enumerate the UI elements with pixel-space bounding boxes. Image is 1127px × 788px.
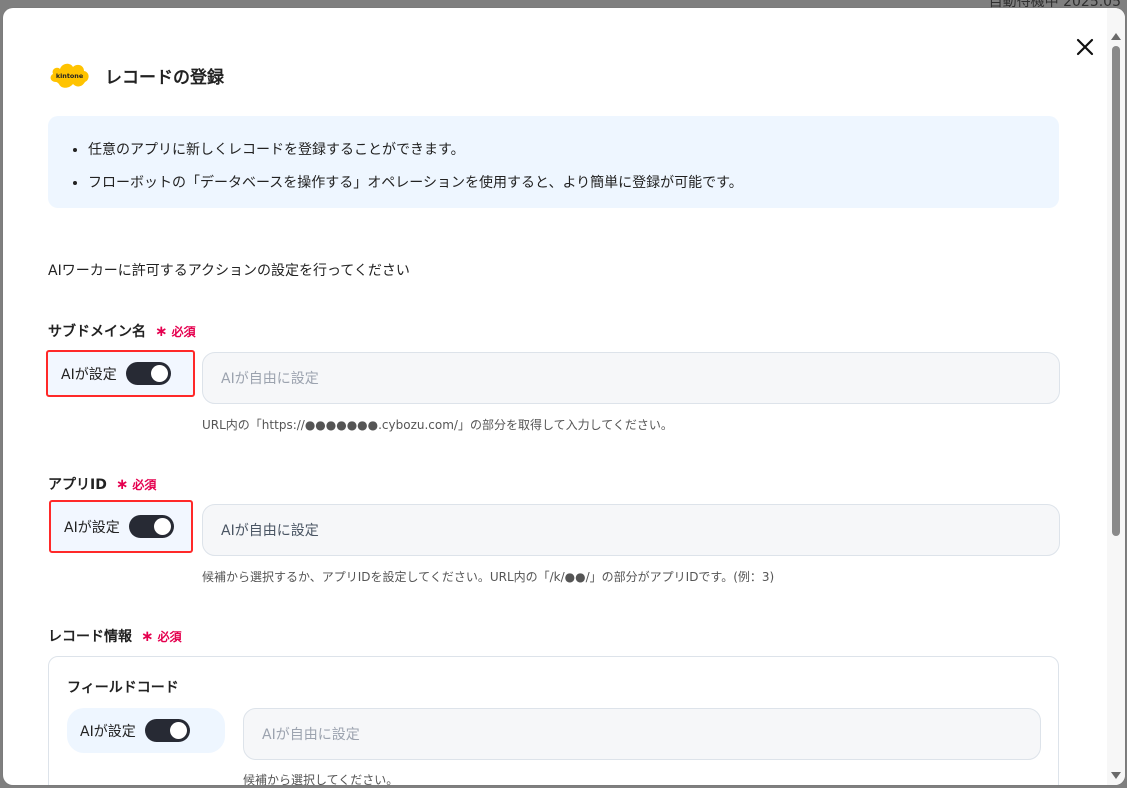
field-code-ai-toggle-control[interactable]: AIが設定 (67, 708, 225, 753)
ai-setting-label: AIが設定 (61, 366, 117, 383)
required-badge: ∗ 必須 (141, 628, 182, 645)
required-asterisk-icon: ∗ (115, 474, 129, 493)
subdomain-ai-toggle[interactable] (125, 362, 171, 385)
app-id-ai-toggle[interactable] (128, 515, 174, 538)
field-code-ai-toggle[interactable] (144, 719, 190, 742)
subdomain-helper-text: URL内の「https://●●●●●●●.cybozu.com/」の部分を取得… (202, 418, 673, 432)
required-badge: ∗ 必須 (116, 476, 157, 493)
required-asterisk-icon: ∗ (141, 626, 154, 645)
required-badge: ∗ 必須 (155, 323, 196, 340)
app-id-ai-toggle-control[interactable]: AIが設定 (49, 500, 193, 553)
record-registration-modal: kintone レコードの登録 任意のアプリに新しくレコードを登録することができ… (3, 8, 1125, 785)
app-id-label-row: アプリID ∗ 必須 (48, 474, 156, 494)
scroll-thumb[interactable] (1112, 46, 1120, 536)
information-box: 任意のアプリに新しくレコードを登録することができます。 フローボットの「データベ… (48, 116, 1059, 208)
app-id-input[interactable]: AIが自由に設定 (202, 504, 1060, 556)
scroll-down-arrow-icon[interactable] (1111, 772, 1121, 779)
subdomain-label-row: サブドメイン名 ∗ 必須 (48, 321, 196, 341)
close-icon[interactable] (1074, 36, 1096, 58)
subdomain-label: サブドメイン名 (48, 324, 146, 340)
record-info-label: レコード情報 (48, 629, 132, 645)
record-info-label-row: レコード情報 ∗ 必須 (48, 626, 182, 646)
required-label: 必須 (157, 629, 182, 644)
modal-header: kintone レコードの登録 (48, 60, 224, 90)
field-code-input[interactable]: AIが自由に設定 (243, 708, 1041, 760)
kintone-logo-icon: kintone (50, 63, 89, 88)
information-item: フローボットの「データベースを操作する」オペレーションを使用すると、より簡単に登… (88, 167, 1059, 200)
app-id-label: アプリID (48, 477, 107, 493)
ai-setting-label: AIが設定 (64, 519, 120, 536)
subdomain-ai-toggle-control[interactable]: AIが設定 (46, 350, 195, 397)
field-code-label: フィールドコード (67, 680, 179, 696)
modal-title: レコードの登録 (105, 67, 224, 88)
information-item: 任意のアプリに新しくレコードを登録することができます。 (88, 134, 1059, 167)
record-info-card: フィールドコード AIが設定 AIが自由に設定 候補から選択してください。 (48, 656, 1059, 785)
subdomain-input[interactable]: AIが自由に設定 (202, 352, 1060, 404)
required-label: 必須 (171, 324, 196, 339)
scroll-up-arrow-icon[interactable] (1111, 33, 1121, 40)
information-list: 任意のアプリに新しくレコードを登録することができます。 フローボットの「データベ… (48, 116, 1059, 200)
vertical-scrollbar[interactable] (1107, 8, 1125, 785)
required-asterisk-icon: ∗ (155, 321, 168, 340)
ai-setting-label: AIが設定 (80, 723, 136, 740)
field-code-helper-text: 候補から選択してください。 (243, 773, 399, 785)
app-id-helper-text: 候補から選択するか、アプリIDを設定してください。URL内の「/k/●●/」の部… (202, 570, 775, 584)
svg-text:kintone: kintone (56, 72, 84, 80)
required-label: 必須 (132, 477, 157, 492)
action-settings-intro: AIワーカーに許可するアクションの設定を行ってください (48, 263, 410, 279)
